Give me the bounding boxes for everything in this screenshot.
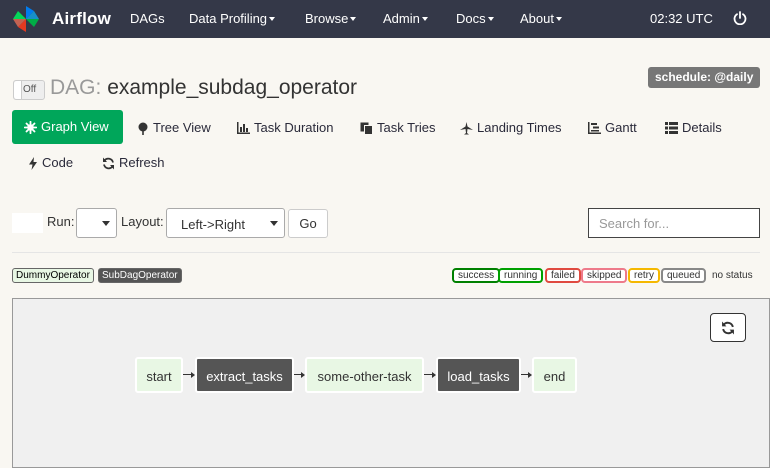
run-select[interactable] — [76, 208, 117, 238]
dag-title: DAG: example_subdag_operator — [50, 76, 357, 100]
layout-label: Layout: — [121, 214, 164, 229]
state-running[interactable]: running — [498, 268, 544, 283]
state-skipped[interactable]: skipped — [581, 268, 628, 283]
nav-admin[interactable]: Admin — [383, 0, 428, 38]
caret-down-icon — [269, 17, 276, 21]
tree-icon — [138, 122, 148, 135]
tab-label: Refresh — [119, 155, 165, 170]
tab-graph-view[interactable]: Graph View — [12, 110, 123, 144]
flash-icon — [29, 156, 37, 170]
nav-dags[interactable]: DAGs — [130, 0, 165, 38]
brand-name: Airflow — [52, 9, 112, 28]
state-queued[interactable]: queued — [661, 268, 707, 283]
layout-select-value: Left->Right — [181, 217, 245, 232]
chevron-down-icon — [102, 221, 110, 226]
graph-node-extract-tasks[interactable]: extract_tasks — [195, 357, 294, 393]
legend-dummy-operator: DummyOperator — [12, 268, 94, 283]
tab-task-duration[interactable]: Task Duration — [237, 111, 333, 145]
tab-label: Graph View — [41, 119, 109, 134]
tab-landing-times[interactable]: Landing Times — [460, 111, 562, 145]
plane-icon — [460, 121, 473, 134]
tab-details[interactable]: Details — [665, 111, 722, 145]
tab-code[interactable]: Code — [28, 146, 73, 180]
bar-chart-icon — [237, 122, 250, 134]
graph-edge — [294, 374, 301, 375]
caret-down-icon — [421, 17, 428, 21]
graph-node-start[interactable]: start — [135, 357, 183, 393]
tab-label: Task Duration — [254, 120, 334, 135]
top-navbar: Airflow DAGs Data Profiling Browse Admin… — [0, 0, 770, 38]
tab-label: Task Tries — [377, 120, 436, 135]
graph-edge — [424, 374, 432, 375]
dag-pause-toggle[interactable]: Off — [13, 80, 45, 100]
run-label: Run: — [47, 214, 75, 229]
tab-label: Tree View — [153, 120, 211, 135]
tab-label: Gantt — [605, 120, 637, 135]
caret-down-icon — [487, 17, 494, 21]
state-no-status[interactable]: no status — [712, 270, 753, 281]
search-input[interactable] — [588, 208, 760, 238]
nav-browse[interactable]: Browse — [305, 0, 357, 38]
graph-edge — [183, 374, 191, 375]
tab-task-tries[interactable]: Task Tries — [360, 111, 436, 145]
schedule-badge: schedule: @daily — [648, 67, 761, 88]
base-date-input[interactable] — [12, 213, 43, 233]
state-failed[interactable]: failed — [545, 268, 581, 283]
toggle-label: Off — [23, 84, 37, 95]
legend-subdag-operator: SubDagOperator — [98, 268, 182, 283]
dag-title-prefix: DAG: — [50, 76, 102, 99]
airflow-logo-icon — [13, 6, 39, 32]
graph-node-load-tasks[interactable]: load_tasks — [436, 357, 521, 393]
graph-refresh-button[interactable] — [710, 313, 746, 342]
toggle-knob — [14, 81, 22, 99]
tab-label: Details — [682, 120, 722, 135]
divider — [12, 252, 760, 253]
tab-gantt[interactable]: Gantt — [588, 111, 637, 145]
nav-data-profiling[interactable]: Data Profiling — [189, 0, 276, 38]
state-retry[interactable]: retry — [628, 268, 660, 283]
refresh-icon — [722, 321, 734, 334]
list-icon — [665, 122, 678, 134]
layout-select[interactable]: Left->Right — [166, 208, 285, 238]
caret-down-icon — [350, 17, 357, 21]
graph-node-end[interactable]: end — [532, 357, 577, 393]
gantt-icon — [588, 122, 601, 134]
caret-down-icon — [555, 17, 562, 21]
graph-edge — [521, 374, 528, 375]
tab-tree-view[interactable]: Tree View — [137, 111, 211, 145]
tab-refresh[interactable]: Refresh — [102, 146, 165, 180]
nav-docs[interactable]: Docs — [456, 0, 494, 38]
tab-label: Code — [42, 155, 74, 170]
asterisk-icon — [24, 120, 37, 134]
power-icon[interactable] — [733, 11, 747, 25]
brand-link[interactable]: Airflow — [12, 4, 111, 34]
utc-clock: 02:32 UTC — [650, 11, 713, 26]
nav-about[interactable]: About — [520, 0, 562, 38]
dag-id: example_subdag_operator — [107, 76, 358, 99]
go-button[interactable]: Go — [288, 209, 328, 238]
state-success[interactable]: success — [452, 268, 501, 283]
refresh-icon — [103, 157, 114, 169]
duplicate-icon — [360, 122, 373, 135]
chevron-down-icon — [270, 221, 278, 226]
tab-label: Landing Times — [477, 120, 562, 135]
graph-node-some-other-task[interactable]: some-other-task — [305, 357, 424, 393]
